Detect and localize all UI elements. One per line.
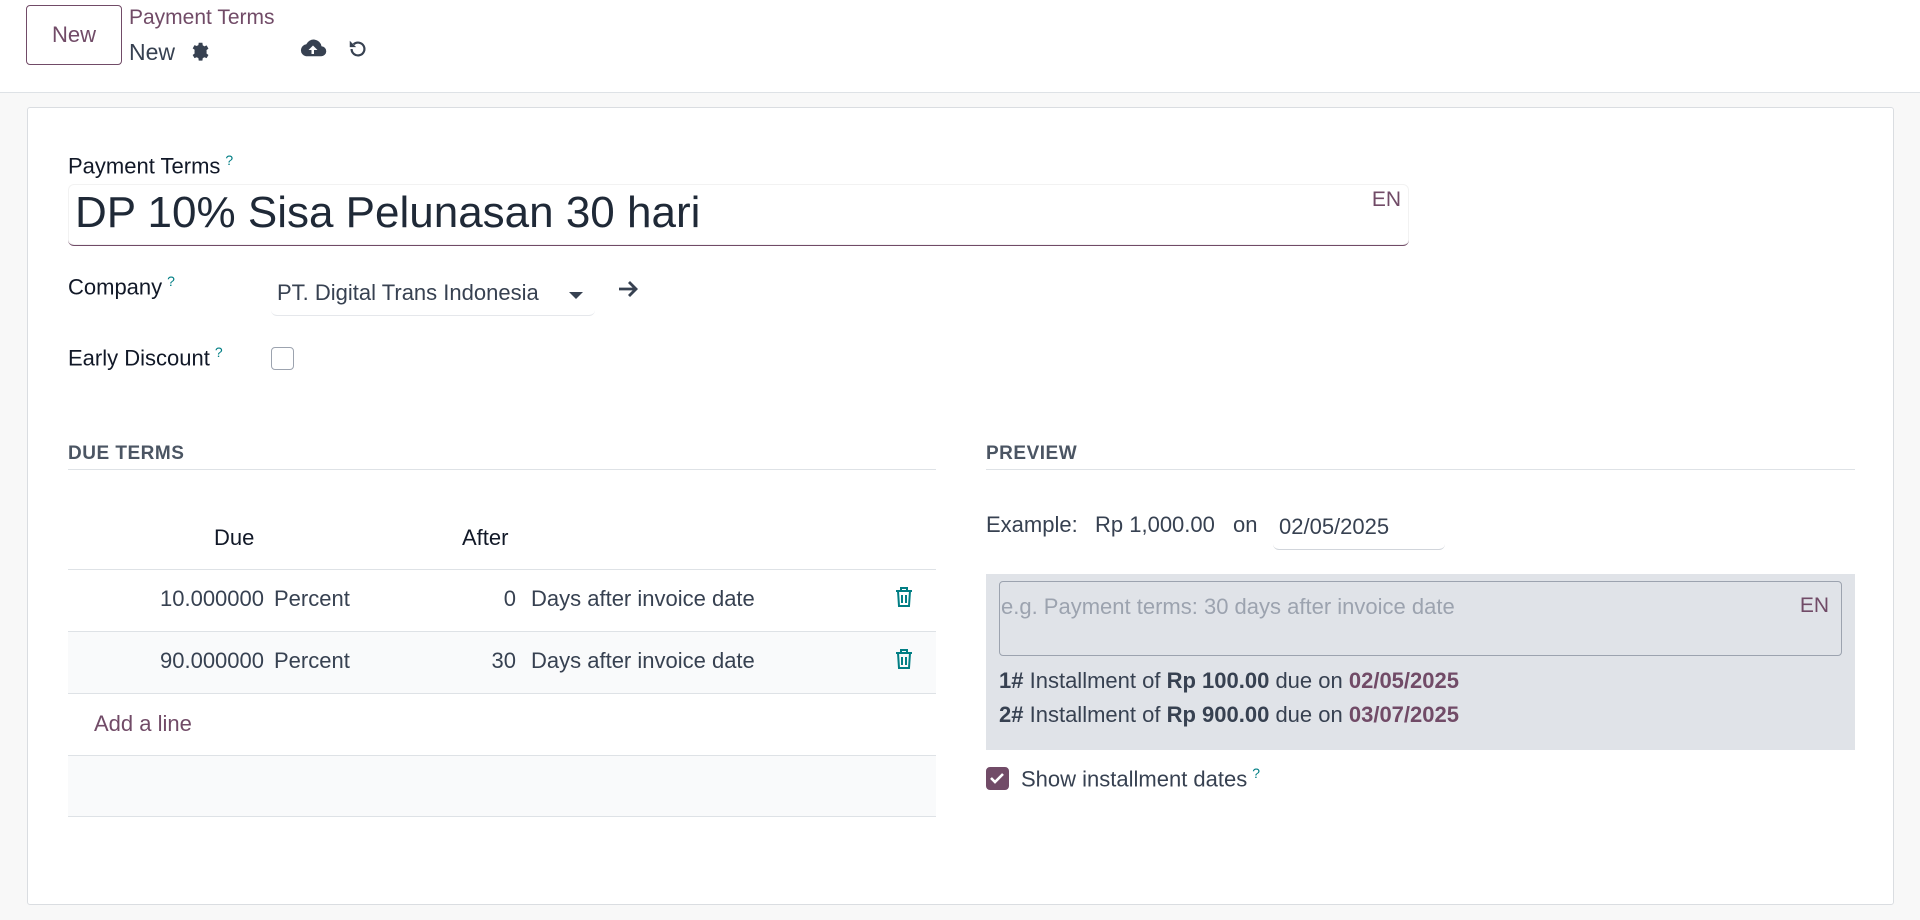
preview-box: e.g. Payment terms: 30 days after invoic…	[986, 574, 1855, 750]
add-line-row	[68, 693, 936, 755]
early-discount-checkbox[interactable]	[271, 347, 294, 370]
due-terms-title: DUE TERMS	[68, 443, 185, 464]
due-unit: Percent	[274, 586, 350, 611]
early-discount-label: Early Discount?	[68, 344, 223, 371]
table-footer-row	[68, 755, 936, 817]
payment-terms-name-value: DP 10% Sisa Pelunasan 30 hari	[75, 188, 701, 237]
table-row[interactable]: 90.000000 Percent 30 Days after invoice …	[68, 631, 936, 693]
preview-title: PREVIEW	[986, 443, 1078, 464]
trash-icon[interactable]	[894, 586, 914, 613]
help-tooltip-icon[interactable]: ?	[167, 273, 175, 289]
chevron-down-icon	[569, 292, 583, 299]
help-tooltip-icon[interactable]: ?	[215, 344, 223, 360]
delay-type: Days after invoice date	[531, 648, 755, 673]
example-on: on	[1233, 512, 1258, 537]
control-panel: New Payment Terms New	[0, 0, 1920, 93]
company-value: PT. Digital Trans Indonesia	[277, 280, 539, 305]
translate-lang-button[interactable]: EN	[1372, 188, 1401, 212]
help-tooltip-icon[interactable]: ?	[225, 152, 233, 168]
due-unit: Percent	[274, 648, 350, 673]
column-header-after: After	[462, 525, 509, 550]
undo-icon[interactable]	[341, 32, 375, 66]
breadcrumb-payment-terms[interactable]: Payment Terms	[129, 6, 275, 30]
arrow-right-icon[interactable]	[618, 280, 640, 303]
due-value: 90.000000	[160, 648, 264, 673]
example-date-input[interactable]: 02/05/2025	[1273, 506, 1445, 550]
after-value: 0	[503, 586, 516, 611]
note-placeholder: e.g. Payment terms: 30 days after invoic…	[1001, 594, 1455, 619]
table-row[interactable]: 10.000000 Percent 0 Days after invoice d…	[68, 569, 936, 631]
show-installment-dates-label: Show installment dates?	[1021, 765, 1261, 792]
form-sheet: Payment Terms? DP 10% Sisa Pelunasan 30 …	[27, 107, 1894, 905]
company-label: Company?	[68, 273, 175, 300]
payment-terms-name-input[interactable]: DP 10% Sisa Pelunasan 30 hari EN	[68, 184, 1409, 246]
cloud-upload-icon[interactable]	[296, 32, 330, 66]
new-button[interactable]: New	[26, 5, 122, 65]
delay-type: Days after invoice date	[531, 586, 755, 611]
example-label: Example:	[986, 512, 1078, 537]
example-date-value: 02/05/2025	[1279, 514, 1390, 539]
due-value: 10.000000	[160, 586, 264, 611]
help-tooltip-icon[interactable]: ?	[1252, 765, 1260, 781]
payment-terms-label: Payment Terms?	[68, 152, 234, 179]
due-terms-divider	[68, 469, 936, 470]
preview-divider	[986, 469, 1855, 470]
column-header-due: Due	[214, 525, 255, 550]
show-installment-dates-checkbox[interactable]	[986, 767, 1009, 790]
after-value: 30	[491, 648, 516, 673]
translate-lang-button[interactable]: EN	[1800, 594, 1829, 618]
add-a-line-button[interactable]: Add a line	[94, 711, 192, 737]
installment-line: 1# Installment of Rp 100.00 due on 02/05…	[999, 668, 1459, 693]
company-select[interactable]: PT. Digital Trans Indonesia	[271, 274, 595, 316]
trash-icon[interactable]	[894, 648, 914, 675]
example-amount: Rp 1,000.00	[1095, 512, 1215, 537]
installment-line: 2# Installment of Rp 900.00 due on 03/07…	[999, 702, 1459, 727]
gear-icon[interactable]	[181, 34, 215, 68]
breadcrumb-current: New	[129, 39, 176, 65]
note-input[interactable]: e.g. Payment terms: 30 days after invoic…	[999, 581, 1842, 656]
